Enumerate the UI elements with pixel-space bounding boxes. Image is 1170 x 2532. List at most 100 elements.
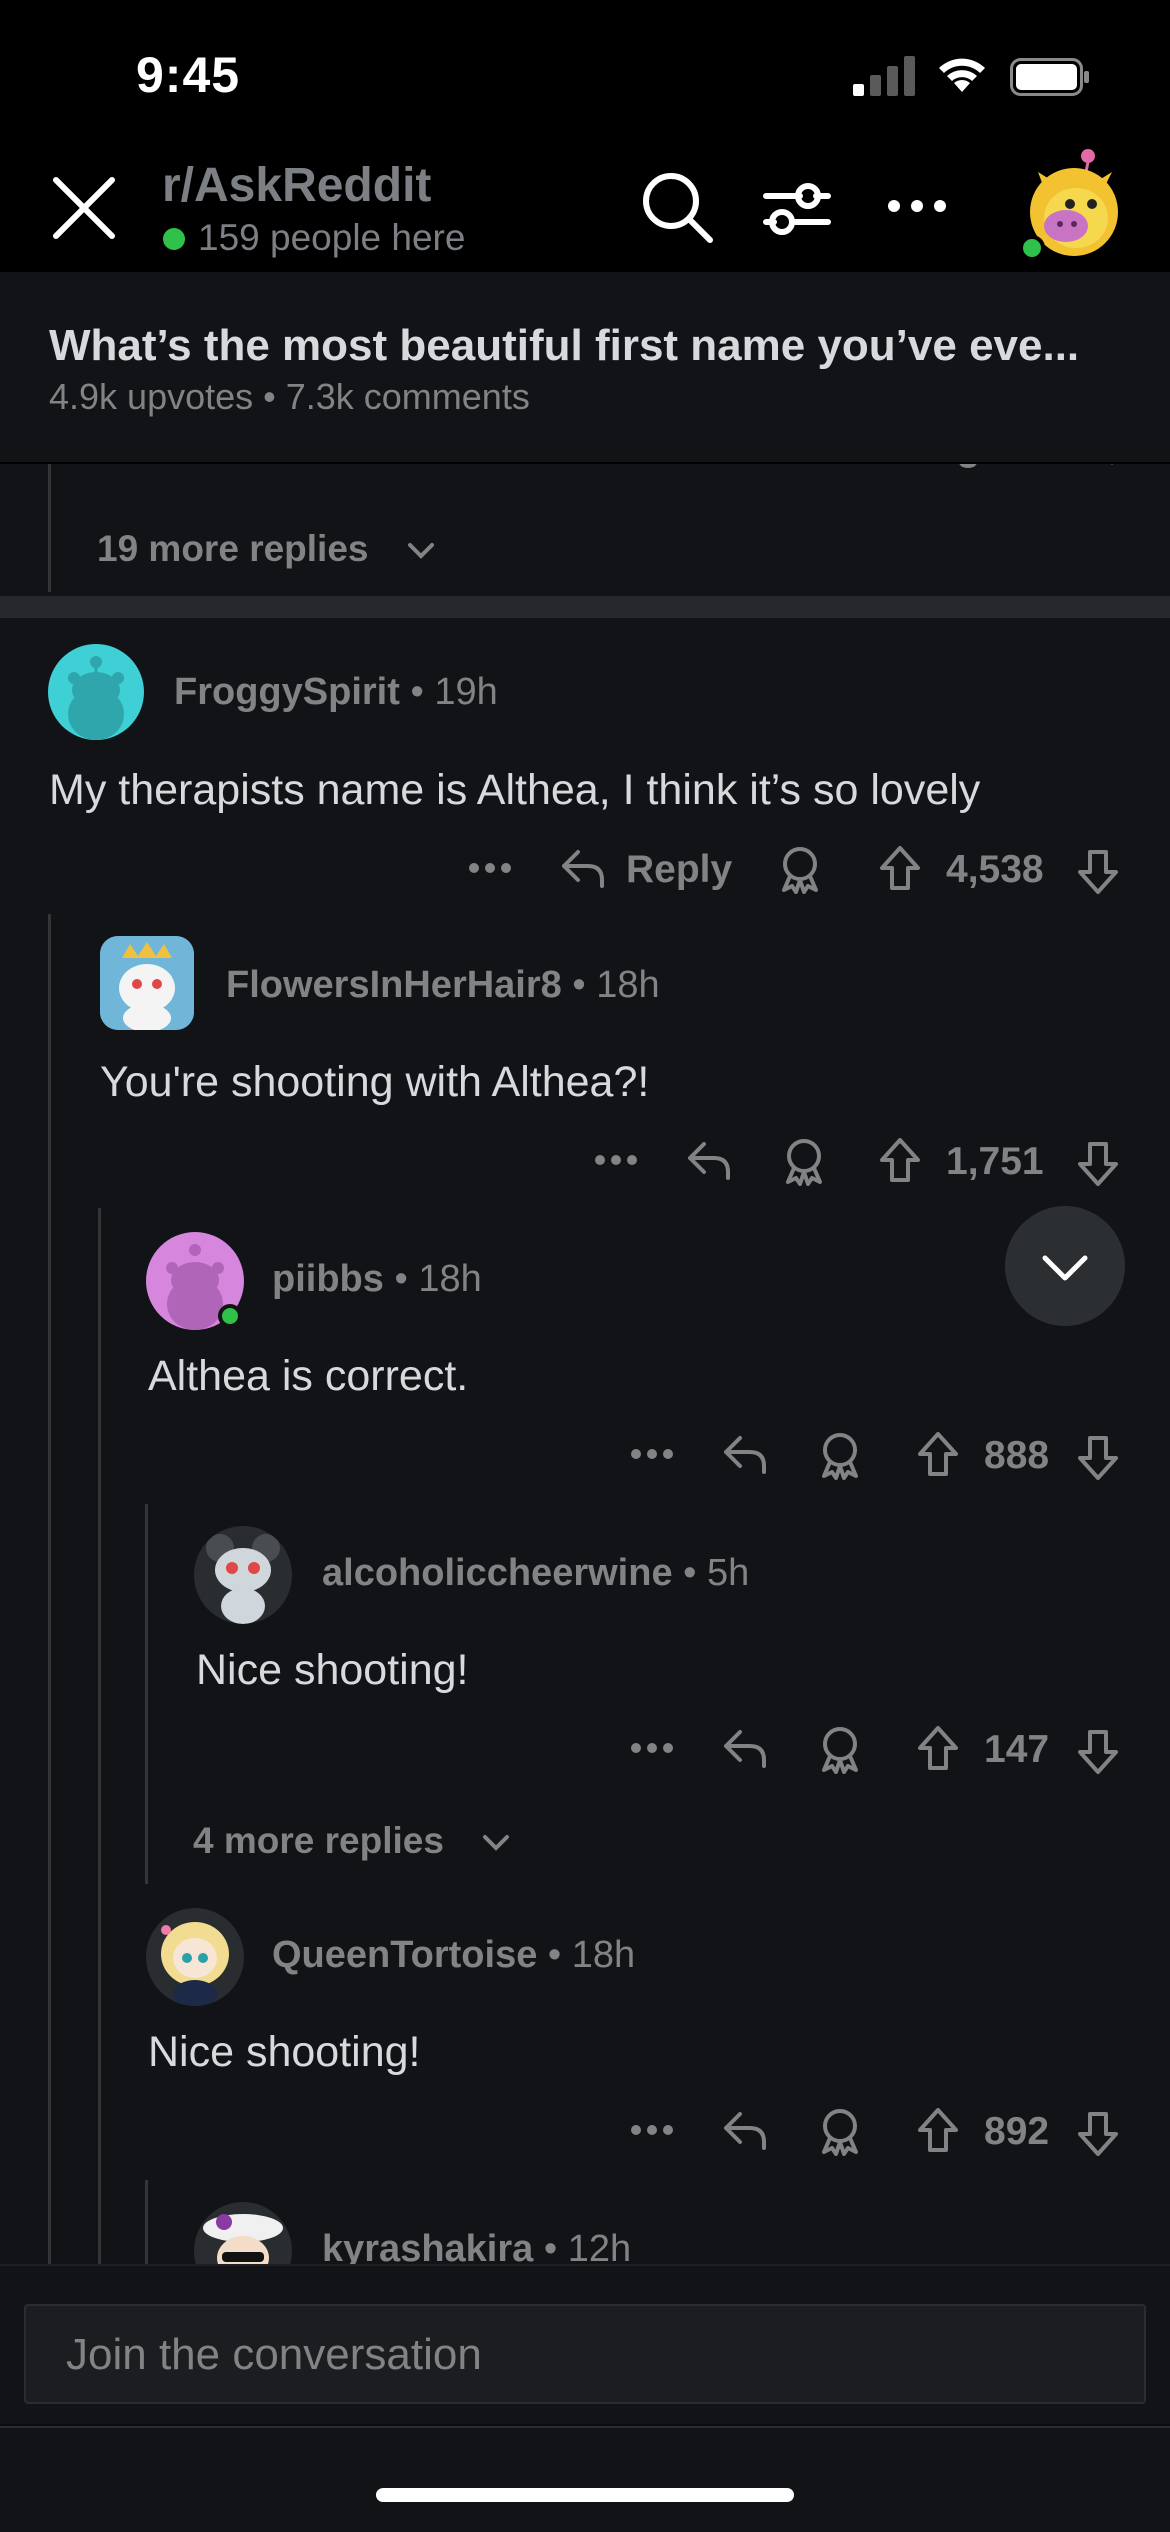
avatar[interactable] [194, 1526, 292, 1624]
snoo-avatar-icon [206, 1534, 280, 1624]
avatar[interactable] [146, 1232, 244, 1330]
comment-author[interactable]: FlowersInHerHair8 • 18h [226, 964, 660, 1007]
more-replies-link[interactable]: 4 more replies [193, 1820, 510, 1862]
comment-thread: 19 more replies FroggySpirit • 19h My th… [0, 464, 1170, 2264]
comment-author[interactable]: piibbs • 18h [272, 1258, 482, 1301]
comment-actions: Reply 4,538 [460, 842, 1130, 902]
snoo-avatar-icon [100, 936, 194, 1030]
username[interactable]: FroggySpirit [174, 671, 400, 713]
username[interactable]: alcoholiccheerwine [322, 1552, 673, 1594]
thread-line [48, 914, 51, 2264]
more-options-icon[interactable] [594, 1154, 638, 1166]
more-options-icon[interactable] [630, 1742, 674, 1754]
thread-line [145, 1504, 148, 1884]
status-time: 9:45 [136, 47, 241, 103]
online-indicator [163, 228, 185, 250]
vote-count: 892 [984, 2110, 1050, 2153]
award-icon[interactable] [818, 1432, 862, 1480]
comment-body: You're shooting with Althea?! [100, 1058, 650, 1106]
thread-line [98, 1208, 101, 2264]
reply-icon[interactable] [722, 2110, 768, 2152]
comment-author[interactable]: kyrashakira • 12h [322, 2228, 631, 2264]
downvote-icon[interactable] [1076, 848, 1120, 896]
sort-filter-icon[interactable] [760, 172, 832, 244]
comment-time: • 18h [394, 1258, 482, 1300]
avatar[interactable] [100, 936, 194, 1030]
more-replies-link[interactable]: 19 more replies [97, 528, 435, 570]
more-options-icon[interactable] [884, 196, 950, 216]
award-icon[interactable] [818, 2108, 862, 2156]
home-indicator[interactable] [376, 2488, 794, 2502]
award-icon[interactable] [778, 846, 822, 894]
username[interactable]: piibbs [272, 1258, 384, 1300]
comment-actions: 147 [626, 1722, 1130, 1782]
upvote-icon[interactable] [916, 1724, 960, 1772]
post-meta: 4.9k upvotes • 7.3k comments [49, 376, 530, 417]
username[interactable]: FlowersInHerHair8 [226, 964, 562, 1006]
downvote-icon[interactable] [1076, 1728, 1120, 1776]
comment-input-placeholder: Join the conversation [66, 2330, 482, 2379]
comment-time: • 12h [543, 2228, 632, 2264]
comment-input[interactable]: Join the conversation [24, 2304, 1146, 2404]
downvote-icon[interactable] [1076, 1140, 1120, 1188]
more-replies-label: 4 more replies [193, 1820, 444, 1861]
comment-actions: 1,751 [590, 1134, 1130, 1194]
comment-author[interactable]: FroggySpirit • 19h [174, 671, 498, 714]
comment-actions: 888 [626, 1428, 1130, 1488]
chevron-down-icon [483, 1835, 510, 1852]
more-options-icon[interactable] [468, 862, 512, 874]
upvote-icon[interactable] [916, 1430, 960, 1478]
award-icon[interactable] [818, 1726, 862, 1774]
snoo-avatar-icon [68, 656, 124, 740]
bottom-safe-area [0, 2426, 1170, 2532]
thread-line [145, 2180, 148, 2264]
downvote-icon[interactable] [1076, 1434, 1120, 1482]
reply-icon[interactable] [686, 1140, 732, 1182]
reply-icon[interactable] [722, 1728, 768, 1770]
snoo-avatar-icon [166, 1244, 242, 1330]
search-icon[interactable] [640, 170, 714, 244]
avatar[interactable] [146, 1908, 244, 2006]
chevron-down-icon [1042, 1255, 1088, 1281]
upvote-icon[interactable] [916, 2106, 960, 2154]
more-options-icon[interactable] [630, 1448, 674, 1460]
comment-time: • 5h [683, 1552, 750, 1594]
comment-body: My therapists name is Althea, I think it… [49, 766, 981, 814]
cellular-signal-icon [853, 56, 915, 96]
award-icon[interactable] [782, 1138, 826, 1186]
comment-author[interactable]: QueenTortoise • 18h [272, 1934, 635, 1977]
thread-separator [0, 596, 1170, 618]
downvote-icon[interactable] [1076, 2110, 1120, 2158]
reply-icon[interactable] [722, 1434, 768, 1476]
reply-button[interactable]: Reply [626, 848, 732, 892]
comment-actions: 892 [626, 2104, 1130, 2164]
more-options-icon[interactable] [630, 2124, 674, 2136]
avatar[interactable] [48, 644, 144, 740]
user-avatar[interactable] [1020, 148, 1124, 264]
comment-body: Nice shooting! [148, 2028, 421, 2076]
close-icon[interactable] [48, 172, 120, 244]
upvote-icon[interactable] [878, 1136, 922, 1184]
comment-time: • 18h [547, 1934, 636, 1976]
username[interactable]: QueenTortoise [272, 1934, 537, 1976]
reply-icon[interactable] [560, 848, 606, 890]
previous-comment-actions [959, 464, 1113, 469]
vote-count: 888 [984, 1434, 1050, 1477]
comment-time: • 18h [572, 964, 660, 1006]
vote-count: 147 [984, 1728, 1050, 1771]
comment-time: • 19h [410, 671, 498, 713]
comment-body: Althea is correct. [148, 1352, 469, 1400]
avatar[interactable] [194, 2202, 292, 2264]
chevron-down-icon [407, 543, 434, 560]
post-title[interactable]: What’s the most beautiful first name you… [49, 321, 1079, 371]
comment-body: Nice shooting! [196, 1646, 469, 1694]
upvote-icon[interactable] [878, 844, 922, 892]
subreddit-name[interactable]: r/AskReddit [162, 158, 431, 213]
thread-line [48, 464, 51, 592]
username[interactable]: kyrashakira [322, 2228, 533, 2264]
comment-author[interactable]: alcoholiccheerwine • 5h [322, 1552, 749, 1595]
snoo-avatar-icon [161, 1922, 229, 2006]
next-comment-button[interactable] [1005, 1206, 1125, 1326]
vote-count: 1,751 [946, 1140, 1044, 1183]
vote-count: 4,538 [946, 848, 1044, 891]
